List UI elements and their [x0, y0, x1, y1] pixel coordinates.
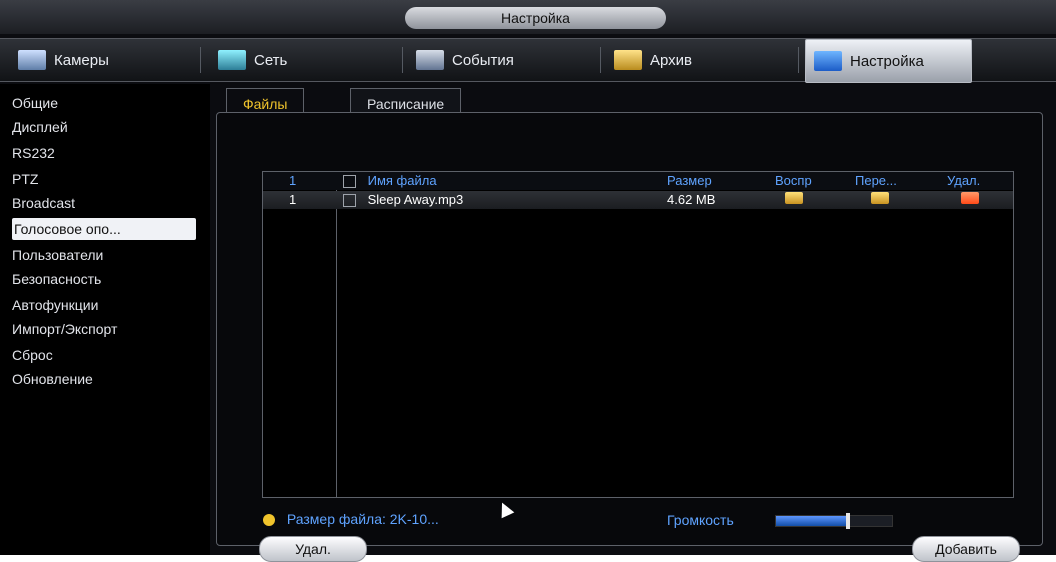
sidebar-item-ptz[interactable]: PTZ: [12, 168, 196, 190]
header-filename: Имя файла: [343, 172, 593, 190]
sidebar-item-display[interactable]: Дисплей: [12, 116, 196, 138]
tab-cameras-label: Камеры: [54, 51, 109, 69]
tab-settings-label: Настройка: [850, 52, 924, 70]
settings-icon: [814, 51, 842, 71]
nav-separator: [798, 47, 799, 73]
info-text: Размер файла: 2K-10...: [286, 511, 439, 527]
files-table: 1 Имя файла Размер Воспр Пере... Удал. 1…: [262, 171, 1014, 498]
add-button[interactable]: Добавить: [912, 536, 1020, 562]
window-title: Настройка: [405, 7, 666, 29]
top-navigation: Камеры Сеть События Архив Настройка: [0, 38, 1056, 83]
tab-cameras[interactable]: Камеры: [18, 39, 186, 81]
volume-thumb[interactable]: [845, 513, 850, 529]
tab-network-label: Сеть: [254, 51, 288, 69]
rename-button[interactable]: [871, 191, 901, 209]
sidebar-item-auto[interactable]: Автофункции: [12, 294, 196, 316]
volume-fill: [776, 516, 848, 526]
sidebar-item-broadcast[interactable]: Broadcast: [12, 192, 196, 214]
delete-button[interactable]: Удал.: [259, 536, 367, 562]
row-filename: Sleep Away.mp3: [343, 191, 593, 209]
file-size-info: Размер файла: 2K-10...: [263, 511, 439, 527]
sidebar-item-general[interactable]: Общие: [12, 92, 196, 114]
rename-icon: [871, 192, 889, 204]
play-button[interactable]: [785, 191, 815, 209]
sidebar-item-update[interactable]: Обновление: [12, 368, 196, 390]
nav-separator: [600, 47, 601, 73]
sidebar-item-rs232[interactable]: RS232: [12, 142, 196, 164]
select-all-checkbox[interactable]: [343, 175, 356, 188]
files-panel: 1 Имя файла Размер Воспр Пере... Удал. 1…: [216, 112, 1043, 562]
table-divider: [336, 172, 337, 497]
header-filename-label: Имя файла: [367, 173, 437, 188]
header-number: 1: [289, 173, 297, 188]
main-content: Файлы Расписание 1 Имя файла Размер Восп…: [212, 84, 1048, 562]
nav-separator: [200, 47, 201, 73]
nav-separator: [402, 47, 403, 73]
header-size: Размер: [667, 173, 712, 188]
tab-archive-label: Архив: [650, 51, 693, 69]
info-icon: [263, 514, 275, 527]
header-delete: Удал.: [947, 173, 981, 188]
header-rename: Пере...: [855, 173, 897, 188]
row-size: 4.62 MB: [667, 192, 716, 207]
network-icon: [218, 50, 246, 70]
title-bar: Настройка: [0, 0, 1056, 34]
table-row[interactable]: 1 Sleep Away.mp3 4.62 MB: [263, 191, 1013, 209]
row-number: 1: [289, 192, 297, 207]
dvr-window: Настройка Камеры Сеть События Архив Наст…: [0, 0, 1056, 562]
delete-icon: [961, 192, 979, 204]
volume-label: Громкость: [667, 512, 734, 528]
tab-events[interactable]: События: [416, 39, 584, 81]
camera-icon: [18, 50, 46, 70]
tab-settings[interactable]: Настройка: [805, 39, 972, 83]
tab-events-label: События: [452, 51, 514, 69]
tab-archive[interactable]: Архив: [614, 39, 782, 81]
row-filename-label: Sleep Away.mp3: [367, 192, 464, 207]
sidebar-item-voice[interactable]: Голосовое опо...: [12, 218, 196, 240]
sidebar: Общие Дисплей RS232 PTZ Broadcast Голосо…: [0, 84, 210, 555]
volume-slider[interactable]: [775, 513, 893, 529]
table-header: 1 Имя файла Размер Воспр Пере... Удал.: [263, 172, 1013, 190]
sidebar-item-import-export[interactable]: Импорт/Экспорт: [12, 318, 196, 340]
archive-icon: [614, 50, 642, 70]
delete-row-button[interactable]: [961, 191, 991, 209]
sidebar-item-security[interactable]: Безопасность: [12, 268, 196, 290]
header-play: Воспр: [775, 173, 812, 188]
sidebar-item-reset[interactable]: Сброс: [12, 344, 196, 366]
sidebar-item-users[interactable]: Пользователи: [12, 244, 196, 266]
play-icon: [785, 192, 803, 204]
tab-network[interactable]: Сеть: [218, 39, 386, 81]
row-checkbox[interactable]: [343, 194, 356, 207]
events-icon: [416, 50, 444, 70]
